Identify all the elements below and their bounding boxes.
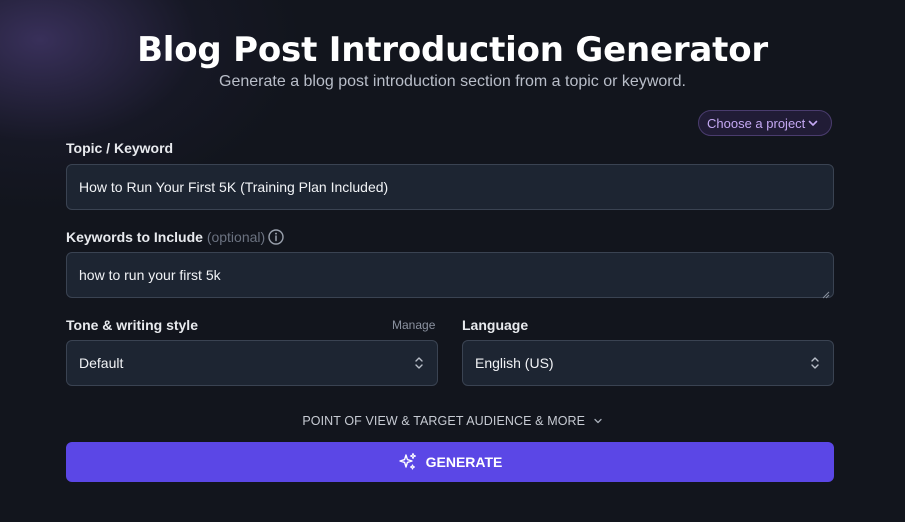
more-options-toggle[interactable]: POINT OF VIEW & TARGET AUDIENCE & MORE	[0, 414, 905, 429]
resize-handle-icon[interactable]	[822, 286, 830, 299]
choose-project-dropdown[interactable]: Choose a project	[698, 110, 832, 136]
generate-button[interactable]: GENERATE	[66, 442, 834, 482]
sparkles-icon	[398, 452, 418, 472]
page-title: Blog Post Introduction Generator	[137, 30, 768, 70]
manage-tones-link[interactable]: Manage	[392, 318, 435, 332]
keywords-textarea-value: how to run your first 5k	[79, 267, 221, 283]
chevron-down-icon	[593, 415, 603, 429]
keywords-label-text: Keywords to Include	[66, 229, 203, 245]
topic-input[interactable]: How to Run Your First 5K (Training Plan …	[66, 164, 834, 210]
keywords-label: Keywords to Include (optional)	[66, 229, 265, 245]
generate-button-label: GENERATE	[425, 454, 503, 470]
keywords-textarea[interactable]: how to run your first 5k	[66, 252, 834, 299]
tone-select-value: Default	[79, 355, 124, 371]
page-subtitle: Generate a blog post introduction sectio…	[219, 73, 686, 90]
page: Blog Post Introduction Generator Generat…	[0, 0, 905, 522]
topic-input-value: How to Run Your First 5K (Training Plan …	[79, 179, 389, 195]
optional-tag: (optional)	[206, 229, 266, 245]
language-label: Language	[462, 317, 529, 333]
tone-select[interactable]: Default	[66, 340, 438, 386]
choose-project-label: Choose a project	[707, 115, 806, 131]
chevron-down-icon	[807, 117, 819, 129]
language-select-value: English (US)	[475, 355, 554, 371]
language-select[interactable]: English (US)	[462, 340, 834, 386]
tone-label: Tone & writing style	[66, 317, 198, 333]
select-arrows-icon	[809, 355, 821, 371]
select-arrows-icon	[413, 355, 425, 371]
topic-label: Topic / Keyword	[66, 140, 174, 156]
more-options-label: POINT OF VIEW & TARGET AUDIENCE & MORE	[302, 414, 586, 428]
info-icon[interactable]	[267, 228, 285, 246]
